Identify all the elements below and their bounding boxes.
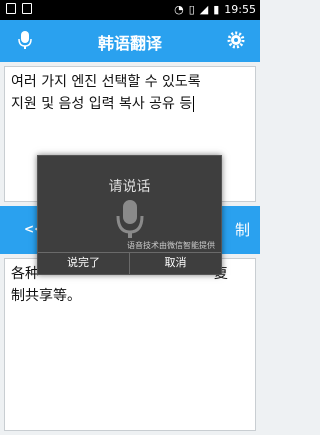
clock: 19:55 [224, 3, 256, 16]
wifi-icon: ◔ [174, 3, 184, 16]
battery-icon: ▮ [213, 3, 220, 16]
settings-gear-icon[interactable] [226, 30, 246, 50]
translation-panel[interactable]: 各种复 制共享等。 [4, 258, 256, 431]
text-cursor [193, 96, 195, 112]
sim-icon: ▯ [188, 3, 195, 16]
dialog-title: 请说话 [108, 179, 151, 195]
translate-button[interactable]: 制 [235, 219, 250, 240]
voice-credit-text: 语音技术由微信智能提供 [127, 241, 215, 250]
status-bar: ◔ ▯ ◢ ▮ 19:55 [0, 0, 260, 20]
translation-line: 各种 [11, 266, 39, 282]
source-text-line: 지원 및 음성 입력 복사 공유 등 [11, 96, 193, 112]
notification-icon [6, 3, 16, 14]
microphone-icon [116, 200, 144, 238]
source-text-line: 여러 가지 엔진 선택할 수 있도록 [11, 74, 201, 90]
app-bar: 韩语翻译 [0, 20, 260, 62]
cancel-button[interactable]: 取消 [129, 253, 221, 274]
source-text[interactable]: 여러 가지 엔진 선택할 수 있도록 지원 및 음성 입력 복사 공유 등 [5, 67, 255, 119]
done-speaking-button[interactable]: 说完了 [38, 253, 129, 274]
signal-icon: ◢ [199, 3, 209, 16]
voice-input-dialog: 请说话 语音技术由微信智能提供 说完了 取消 [37, 155, 222, 275]
translation-line: 制共享等。 [11, 288, 81, 304]
app-title: 韩语翻译 [97, 34, 162, 53]
notification-icon [22, 3, 32, 14]
